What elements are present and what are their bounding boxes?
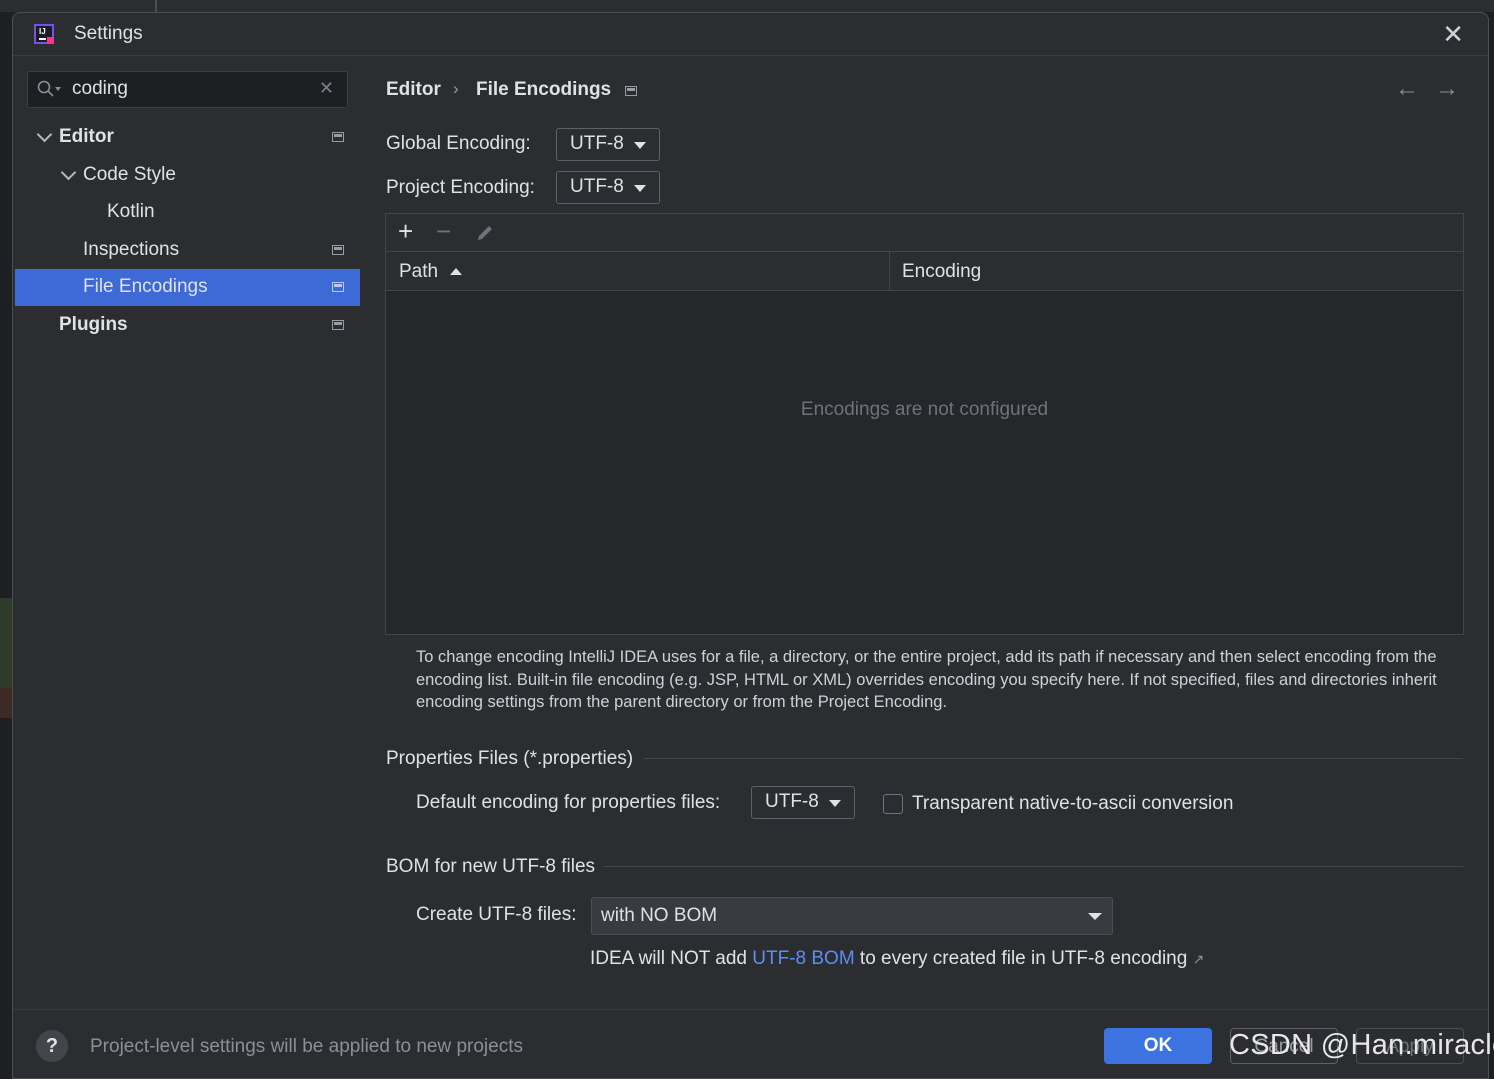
bom-info-text: IDEA will NOT add UTF-8 BOM to every cre… bbox=[590, 948, 1204, 970]
project-level-icon bbox=[332, 245, 344, 255]
dropdown-arrow-icon bbox=[634, 185, 646, 192]
column-header-path[interactable]: Path bbox=[399, 261, 438, 283]
add-icon[interactable]: + bbox=[398, 216, 413, 247]
intellij-logo-icon: IJ bbox=[34, 24, 54, 44]
table-toolbar: + − bbox=[386, 214, 1463, 252]
column-header-encoding[interactable]: Encoding bbox=[902, 261, 981, 283]
global-encoding-label: Global Encoding: bbox=[386, 133, 531, 154]
external-link-icon[interactable]: ↗ bbox=[1193, 951, 1205, 967]
close-icon[interactable]: ✕ bbox=[1442, 19, 1464, 50]
sidebar-item-file-encodings[interactable]: File Encodings bbox=[15, 269, 360, 306]
sidebar-item-label: File Encodings bbox=[83, 276, 208, 297]
global-encoding-value: UTF-8 bbox=[570, 133, 624, 154]
bom-info-prefix: IDEA will NOT add bbox=[590, 948, 753, 969]
breadcrumb-editor[interactable]: Editor bbox=[386, 79, 441, 101]
edit-pencil-icon[interactable] bbox=[475, 223, 495, 243]
transparent-ascii-checkbox[interactable] bbox=[883, 794, 903, 814]
background-editor-gutter bbox=[0, 598, 12, 688]
sidebar-item-kotlin[interactable]: Kotlin bbox=[15, 194, 360, 231]
sidebar-item-label: Inspections bbox=[83, 239, 180, 260]
sidebar-item-label: Editor bbox=[59, 126, 114, 147]
dropdown-arrow-icon bbox=[1088, 913, 1102, 920]
sidebar-item-inspections[interactable]: Inspections bbox=[15, 232, 360, 269]
column-divider[interactable] bbox=[889, 252, 890, 290]
remove-icon[interactable]: − bbox=[436, 216, 451, 247]
sidebar-item-label: Code Style bbox=[83, 164, 176, 185]
settings-dialog: IJ Settings ✕ coding ✕ Editor Code Style… bbox=[12, 12, 1489, 1079]
search-icon bbox=[37, 80, 54, 97]
ok-button[interactable]: OK bbox=[1104, 1028, 1212, 1064]
default-properties-encoding-label: Default encoding for properties files: bbox=[416, 792, 721, 813]
path-encoding-table: + − Path Encoding Encodings are not conf… bbox=[385, 213, 1464, 635]
project-encoding-label: Project Encoding: bbox=[386, 177, 535, 198]
properties-encoding-select[interactable]: UTF-8 bbox=[751, 786, 855, 819]
transparent-ascii-label[interactable]: Transparent native-to-ascii conversion bbox=[912, 793, 1233, 815]
global-encoding-select[interactable]: UTF-8 bbox=[556, 128, 660, 161]
encoding-help-text: To change encoding IntelliJ IDEA uses fo… bbox=[416, 648, 1437, 711]
project-level-icon bbox=[625, 86, 637, 96]
watermark: CSDN @Han.miracle bbox=[1229, 1029, 1494, 1061]
dialog-title: Settings bbox=[74, 23, 143, 44]
sidebar-item-editor[interactable]: Editor bbox=[15, 119, 360, 156]
dropdown-arrow-icon bbox=[634, 142, 646, 149]
forward-arrow-icon[interactable]: → bbox=[1435, 75, 1459, 103]
background-tab-strip bbox=[0, 0, 1494, 12]
create-utf8-label: Create UTF-8 files: bbox=[416, 904, 577, 925]
project-level-icon bbox=[332, 320, 344, 330]
title-bar: IJ Settings ✕ bbox=[13, 13, 1488, 56]
properties-section-title: Properties Files (*.properties) bbox=[386, 748, 634, 769]
project-encoding-value: UTF-8 bbox=[570, 176, 624, 197]
project-encoding-select[interactable]: UTF-8 bbox=[556, 171, 660, 204]
create-utf8-bom-value: with NO BOM bbox=[601, 905, 718, 926]
dropdown-arrow-icon bbox=[829, 800, 841, 807]
table-empty-text: Encodings are not configured bbox=[800, 399, 1049, 420]
create-utf8-bom-select[interactable]: with NO BOM bbox=[591, 897, 1113, 935]
table-header: Path Encoding bbox=[386, 252, 1463, 291]
footer-note: Project-level settings will be applied t… bbox=[90, 1036, 523, 1057]
search-query: coding bbox=[72, 78, 128, 99]
clear-search-icon[interactable]: ✕ bbox=[319, 78, 334, 99]
project-level-icon bbox=[332, 282, 344, 292]
sidebar-item-plugins[interactable]: Plugins bbox=[15, 307, 360, 344]
search-history-caret-icon[interactable] bbox=[55, 87, 61, 91]
bom-info-suffix: to every created file in UTF-8 encoding bbox=[854, 948, 1188, 969]
sidebar-item-code-style[interactable]: Code Style bbox=[15, 157, 360, 194]
settings-search-input[interactable]: coding ✕ bbox=[27, 71, 348, 108]
back-arrow-icon[interactable]: ← bbox=[1395, 75, 1419, 103]
sidebar-item-label: Kotlin bbox=[107, 201, 155, 222]
chevron-down-icon[interactable] bbox=[60, 164, 77, 181]
properties-encoding-value: UTF-8 bbox=[765, 791, 819, 812]
background-editor-gutter-marker bbox=[0, 688, 12, 718]
utf8-bom-link[interactable]: UTF-8 BOM bbox=[752, 948, 854, 969]
section-divider bbox=[644, 758, 1463, 759]
breadcrumb-separator: › bbox=[453, 79, 459, 98]
breadcrumb-file-encodings: File Encodings bbox=[476, 79, 612, 100]
sidebar-item-label: Plugins bbox=[59, 314, 128, 335]
sort-ascending-icon bbox=[450, 268, 462, 275]
help-button[interactable]: ? bbox=[36, 1030, 68, 1062]
project-level-icon bbox=[332, 132, 344, 142]
section-divider bbox=[603, 866, 1463, 867]
chevron-down-icon[interactable] bbox=[36, 126, 53, 143]
bom-section-title: BOM for new UTF-8 files bbox=[386, 856, 596, 877]
tab-divider bbox=[155, 0, 157, 12]
